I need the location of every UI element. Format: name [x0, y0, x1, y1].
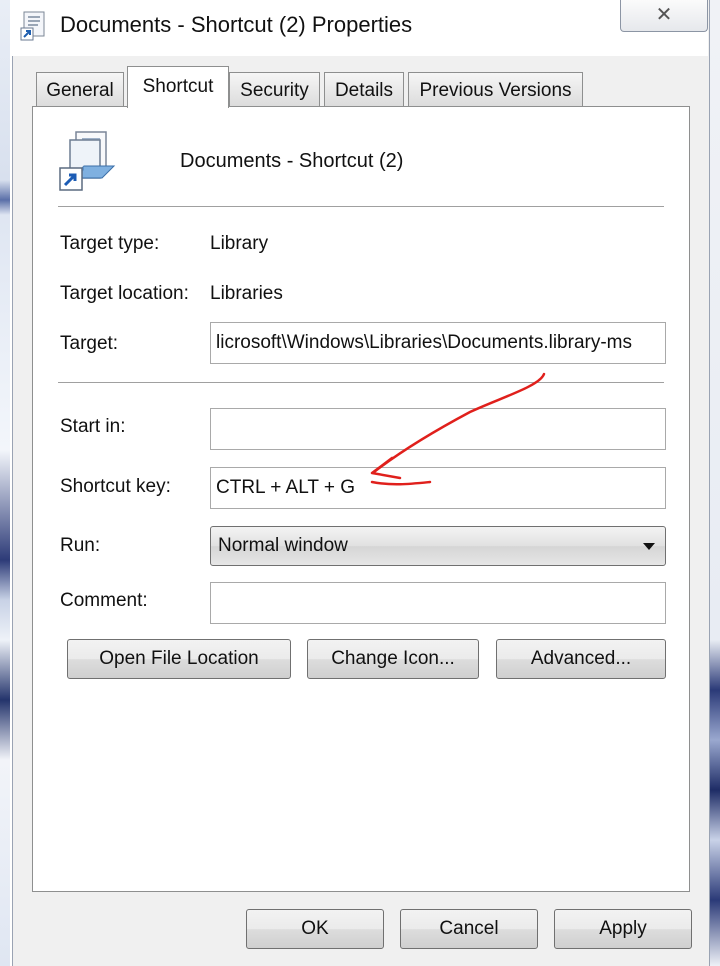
tab-shortcut[interactable]: Shortcut — [127, 66, 229, 108]
tab-general[interactable]: General — [36, 72, 124, 106]
separator-top — [58, 206, 664, 208]
run-label: Run: — [60, 535, 101, 556]
advanced-button[interactable]: Advanced... — [496, 639, 666, 679]
start-in-field[interactable] — [210, 408, 666, 450]
target-field[interactable]: licrosoft\Windows\Libraries\Documents.li… — [210, 322, 666, 364]
ok-button[interactable]: OK — [246, 909, 384, 949]
chevron-down-icon — [643, 543, 655, 550]
target-label: Target: — [60, 333, 119, 354]
shortcut-name: Documents - Shortcut (2) — [180, 150, 404, 172]
run-dropdown-value: Normal window — [218, 535, 348, 556]
start-in-label: Start in: — [60, 416, 126, 437]
run-dropdown[interactable]: Normal window — [210, 526, 666, 566]
target-type-value: Library — [210, 233, 269, 254]
separator-middle — [58, 382, 664, 384]
close-icon: ✕ — [655, 4, 673, 26]
cancel-button[interactable]: Cancel — [400, 909, 538, 949]
apply-button[interactable]: Apply — [554, 909, 692, 949]
desktop-background-left — [0, 0, 10, 966]
tab-previous-versions[interactable]: Previous Versions — [408, 72, 583, 106]
change-icon-button[interactable]: Change Icon... — [307, 639, 479, 679]
library-shortcut-icon — [59, 131, 116, 191]
target-location-value: Libraries — [210, 283, 283, 304]
tab-security[interactable]: Security — [229, 72, 320, 106]
target-type-label: Target type: — [60, 233, 160, 254]
comment-label: Comment: — [60, 590, 148, 611]
open-file-location-button[interactable]: Open File Location — [67, 639, 291, 679]
document-app-icon — [20, 11, 45, 41]
window-title: Documents - Shortcut (2) Properties — [60, 12, 413, 37]
target-location-label: Target location: — [60, 283, 189, 304]
tab-details[interactable]: Details — [324, 72, 404, 106]
comment-field[interactable] — [210, 582, 666, 624]
close-button[interactable]: ✕ — [620, 0, 708, 32]
shortcut-key-label: Shortcut key: — [60, 476, 171, 497]
shortcut-key-field[interactable]: CTRL + ALT + G — [210, 467, 666, 509]
